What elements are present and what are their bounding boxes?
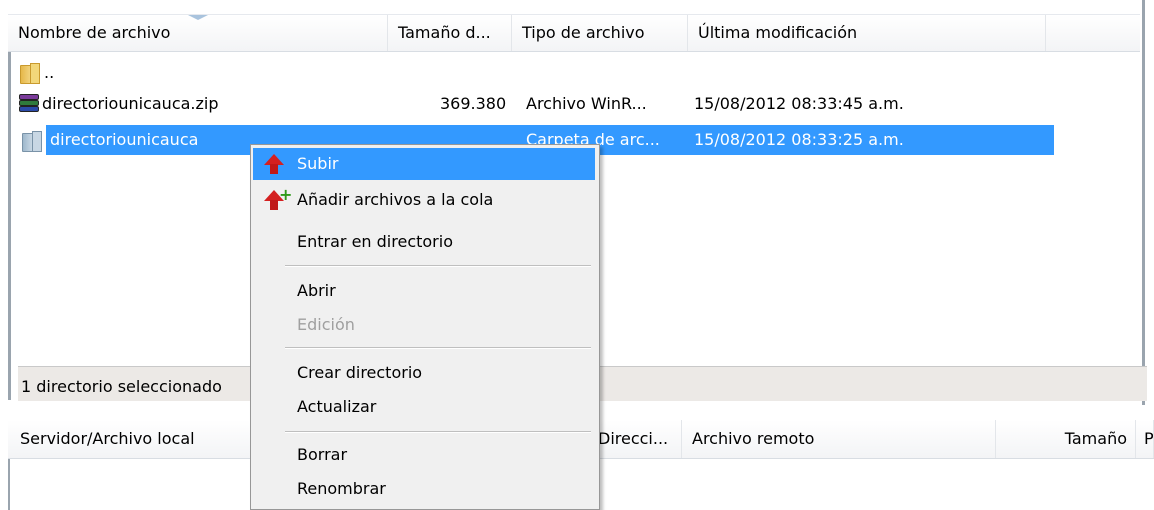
column-header-label: Nombre de archivo — [18, 23, 171, 42]
menu-separator — [285, 347, 591, 349]
column-header-priority[interactable]: P — [1136, 420, 1154, 458]
menu-item-label: Crear directorio — [297, 363, 423, 382]
menu-item-refresh[interactable]: Actualizar — [253, 391, 595, 423]
file-name: directoriounicauca — [50, 130, 199, 149]
column-header-type[interactable]: Tipo de archivo — [512, 15, 688, 51]
menu-item-upload[interactable]: Subir — [253, 148, 595, 180]
file-list-header: Nombre de archivo Tamaño d... Tipo de ar… — [8, 14, 1140, 52]
menu-separator — [285, 265, 591, 267]
file-row-parent-directory[interactable]: .. — [18, 60, 318, 86]
folder-icon — [20, 63, 40, 84]
column-header-label: Última modificación — [698, 23, 858, 42]
column-header-size[interactable]: Tamaño — [996, 420, 1136, 458]
column-header-label: Tipo de archivo — [522, 23, 645, 42]
winrar-archive-icon — [19, 94, 39, 114]
menu-item-rename[interactable]: Renombrar — [253, 473, 595, 505]
menu-item-label: Abrir — [297, 281, 336, 300]
selection-status-text: 1 directorio seleccionado — [21, 377, 222, 396]
menu-item-label: Renombrar — [297, 479, 386, 498]
column-header-modified[interactable]: Última modificación — [688, 15, 1046, 51]
menu-item-create-directory[interactable]: Crear directorio — [253, 357, 595, 389]
panel-right-border — [1142, 0, 1145, 405]
sort-descending-icon — [186, 15, 210, 20]
folder-icon — [22, 131, 42, 152]
file-row[interactable]: directoriounicauca.zip 369.380 Archivo W… — [18, 91, 1038, 117]
column-header-remote-file[interactable]: Archivo remoto — [682, 420, 996, 458]
file-type: Archivo WinR... — [526, 94, 647, 113]
menu-item-label: Edición — [297, 315, 355, 334]
menu-item-add-to-queue[interactable]: + Añadir archivos a la cola — [253, 184, 595, 216]
panel-left-border — [8, 14, 11, 400]
column-header-size[interactable]: Tamaño d... — [388, 15, 512, 51]
column-header-label: Servidor/Archivo local — [20, 429, 195, 448]
menu-item-delete[interactable]: Borrar — [253, 439, 595, 471]
menu-item-label: Añadir archivos a la cola — [297, 190, 494, 209]
menu-item-label: Subir — [297, 154, 339, 173]
column-header-label: Archivo remoto — [692, 429, 815, 448]
file-size: 369.380 — [440, 94, 507, 113]
file-modified: 15/08/2012 08:33:25 a.m. — [694, 130, 904, 149]
file-name: directoriounicauca.zip — [42, 94, 219, 113]
menu-item-enter-directory[interactable]: Entrar en directorio — [253, 226, 595, 258]
column-header-direction[interactable]: Direcci... — [588, 420, 682, 458]
menu-item-open[interactable]: Abrir — [253, 275, 595, 307]
column-header-label: Direcci... — [598, 429, 669, 448]
file-name: .. — [44, 63, 55, 82]
column-header-label: Tamaño d... — [398, 23, 491, 42]
column-header-label: Tamaño — [1064, 429, 1127, 448]
menu-item-label: Entrar en directorio — [297, 232, 453, 251]
menu-item-label: Actualizar — [297, 397, 377, 416]
upload-arrow-icon — [263, 154, 285, 176]
menu-item-label: Borrar — [297, 445, 348, 464]
file-modified: 15/08/2012 08:33:45 a.m. — [694, 94, 904, 113]
context-menu: Subir + Añadir archivos a la cola Entrar… — [250, 144, 600, 510]
menu-item-edit: Edición — [253, 309, 595, 341]
column-header-label: P — [1144, 429, 1154, 448]
menu-separator — [285, 431, 591, 433]
add-to-queue-icon: + — [263, 187, 292, 212]
column-header-filename[interactable]: Nombre de archivo — [8, 15, 388, 51]
